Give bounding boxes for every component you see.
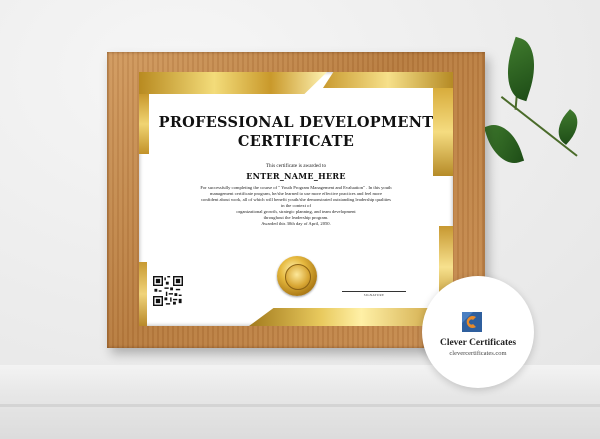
brand-name: Clever Certificates: [439, 338, 517, 348]
certificate-title: PROFESSIONAL DEVELOPMENT: [158, 114, 434, 131]
shelf-edge: [0, 404, 600, 407]
brand-url: clevercertificates.com: [449, 350, 507, 357]
gold-seal: [277, 256, 317, 296]
body-line: Awarded this 30th day of April, 2050.: [261, 221, 331, 226]
awarded-to-text: This certificate is awarded to: [265, 163, 327, 169]
gold-ribbon: [139, 262, 147, 326]
gold-ribbon: [323, 72, 453, 88]
recipient-name: ENTER_NAME_HERE: [246, 171, 346, 181]
gold-ribbon: [139, 72, 327, 94]
signature-label: SIGNATURE: [363, 293, 385, 297]
signature-line: [342, 291, 406, 292]
clever-certificates-logo-icon: [462, 312, 482, 332]
certificate: PROFESSIONAL DEVELOPMENT CERTIFICATE Thi…: [139, 72, 453, 326]
qr-code-icon: [153, 276, 183, 306]
certificate-subtitle: CERTIFICATE: [237, 133, 355, 150]
brand-badge: Clever Certificates clevercertificates.c…: [422, 276, 534, 388]
